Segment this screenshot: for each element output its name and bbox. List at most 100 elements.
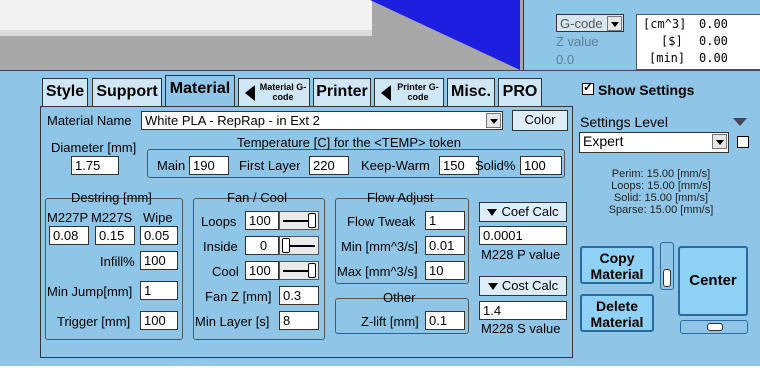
- temperature-title: Temperature [C] for the <TEMP> token: [237, 135, 461, 150]
- tab-printer-gcode[interactable]: Printer G-code: [374, 78, 444, 106]
- fan-z-input[interactable]: 0.3: [279, 286, 319, 305]
- min-layer-label: Min Layer [s]: [195, 314, 270, 329]
- settings-level-label: Settings Level: [580, 114, 668, 130]
- m228-p-label: M228 P value: [481, 247, 561, 262]
- trigger-label: Trigger [mm]: [57, 314, 131, 329]
- flow-min-input[interactable]: 0.01: [425, 236, 465, 255]
- tab-style[interactable]: Style: [42, 78, 88, 106]
- material-name-value: White PLA - RepRap - in Ext 2: [145, 113, 320, 128]
- viewport-white-shape: [0, 0, 372, 30]
- z-lift-label: Z-lift [mm]: [361, 314, 419, 329]
- keep-warm-label: Keep-Warm: [361, 158, 430, 173]
- show-settings-checkbox[interactable]: ✓: [582, 80, 594, 95]
- other-title: Other: [383, 290, 416, 305]
- fan-inside-label: Inside: [203, 239, 238, 254]
- destring-col-wipe: Wipe: [143, 210, 173, 225]
- z-value-label: Z value: [556, 34, 599, 49]
- check-icon: ✓: [583, 80, 594, 94]
- wipe-input[interactable]: 0.05: [140, 226, 178, 245]
- coef-calc-button[interactable]: Coef Calc: [479, 202, 567, 222]
- material-tab-content: Material Name White PLA - RepRap - in Ex…: [40, 106, 573, 358]
- scroll-knob[interactable]: [707, 323, 723, 331]
- tab-pro[interactable]: PRO: [498, 78, 542, 106]
- center-button[interactable]: Center: [678, 246, 748, 316]
- fan-loops-label: Loops: [201, 214, 237, 229]
- viewport-blue-shape: [370, 0, 520, 70]
- chevron-down-icon[interactable]: [712, 134, 727, 149]
- cost-calc-button[interactable]: Cost Calc: [479, 276, 567, 296]
- main-temp-input[interactable]: 190: [189, 156, 229, 175]
- fan-cool-input[interactable]: 100: [245, 261, 279, 280]
- copy-material-button[interactable]: Copy Material: [580, 246, 654, 284]
- triangle-down-icon: [487, 283, 498, 291]
- fan-inside-input[interactable]: 0: [245, 236, 279, 255]
- flow-min-label: Min [mm^3/s]: [341, 239, 418, 254]
- first-layer-input[interactable]: 220: [309, 156, 349, 175]
- tab-misc[interactable]: Misc.: [447, 78, 495, 106]
- first-layer-label: First Layer: [239, 158, 301, 173]
- slider-knob[interactable]: [308, 263, 316, 278]
- horizontal-scroll-handle[interactable]: [680, 320, 748, 334]
- speed-sparse: Sparse: 15.00 [mm/s]: [608, 204, 714, 216]
- m227s-input[interactable]: 0.15: [95, 226, 135, 245]
- infill-input[interactable]: 100: [140, 251, 178, 270]
- speed-perim: Perim: 15.00 [mm/s]: [611, 168, 711, 180]
- trigger-input[interactable]: 100: [140, 311, 178, 330]
- slider-knob[interactable]: [282, 238, 290, 253]
- arrow-left-icon: [245, 85, 255, 101]
- destring-col-m227s: M227S: [91, 210, 133, 225]
- settings-level-checkbox[interactable]: [737, 136, 749, 148]
- flow-max-input[interactable]: 10: [425, 261, 465, 280]
- tab-material[interactable]: Material: [165, 75, 235, 107]
- gcode-select-value: G-code: [560, 16, 603, 31]
- gcode-display-panel: G-code Z value 0.0 [cm^3] 0.00 [$] 0.00 …: [523, 0, 760, 70]
- keep-warm-input[interactable]: 150: [439, 156, 479, 175]
- arrow-left-icon: [381, 85, 391, 101]
- min-layer-input[interactable]: 8: [279, 311, 319, 330]
- tab-printer[interactable]: Printer: [313, 78, 371, 106]
- delete-material-button[interactable]: Delete Material: [580, 294, 654, 332]
- stat-unit-time: [min]: [649, 51, 686, 65]
- stat-value-cost: 0.00: [699, 34, 728, 48]
- viewport-grey-edge: [0, 30, 372, 36]
- tab-material-gcode-label: Material G-code: [259, 82, 307, 102]
- solid-input[interactable]: 100: [520, 156, 562, 175]
- min-jump-input[interactable]: 1: [140, 281, 178, 300]
- flow-tweak-input[interactable]: 1: [425, 211, 465, 230]
- fan-cool-slider[interactable]: [279, 261, 319, 280]
- fan-loops-slider[interactable]: [279, 211, 319, 230]
- tab-support[interactable]: Support: [92, 78, 162, 106]
- tab-material-gcode[interactable]: Material G-code: [238, 78, 310, 106]
- destring-col-m227p: M227P: [47, 210, 89, 225]
- chevron-down-icon[interactable]: [486, 113, 501, 128]
- collapse-triangle-icon[interactable]: [733, 118, 747, 126]
- gcode-select[interactable]: G-code: [556, 14, 624, 32]
- bottom-edge: [0, 366, 760, 377]
- fan-inside-slider[interactable]: [279, 236, 319, 255]
- coef-value-input[interactable]: 0.0001: [479, 226, 567, 245]
- min-jump-label: Min Jump[mm]: [47, 284, 133, 299]
- z-value: 0.0: [556, 52, 575, 67]
- z-lift-input[interactable]: 0.1: [425, 311, 465, 330]
- vertical-scroll-handle[interactable]: [660, 242, 674, 290]
- flow-tweak-label: Flow Tweak: [347, 214, 416, 229]
- material-name-select[interactable]: White PLA - RepRap - in Ext 2: [141, 111, 503, 130]
- fan-cool-label: Cool: [212, 264, 239, 279]
- main-temp-label: Main: [157, 158, 186, 173]
- scroll-knob[interactable]: [663, 269, 671, 287]
- chevron-down-icon[interactable]: [607, 16, 622, 31]
- settings-level-select[interactable]: Expert: [579, 132, 729, 153]
- m228-s-label: M228 S value: [481, 321, 561, 336]
- stat-unit-cost: [$]: [661, 34, 683, 48]
- speed-solid: Solid: 15.00 [mm/s]: [613, 192, 709, 204]
- m227p-input[interactable]: 0.08: [49, 226, 89, 245]
- stat-unit-volume: [cm^3]: [643, 17, 687, 31]
- color-button[interactable]: Color: [512, 110, 568, 131]
- fan-loops-input[interactable]: 100: [245, 211, 279, 230]
- diameter-input[interactable]: 1.75: [71, 156, 119, 175]
- speed-summary: Perim: 15.00 [mm/s] Loops: 15.00 [mm/s] …: [596, 168, 726, 232]
- fan-z-label: Fan Z [mm]: [205, 289, 272, 304]
- cost-value-input[interactable]: 1.4: [479, 301, 567, 320]
- stats-box: [cm^3] 0.00 [$] 0.00 [min] 0.00: [636, 14, 760, 70]
- slider-knob[interactable]: [308, 213, 316, 228]
